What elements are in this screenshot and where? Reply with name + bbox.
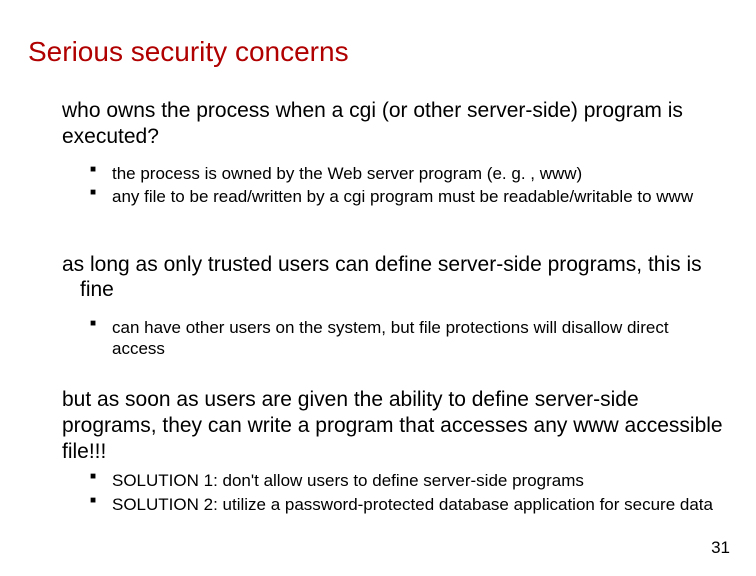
paragraph-2: as long as only trusted users can define… [62, 252, 724, 303]
paragraph-3: but as soon as users are given the abili… [62, 387, 724, 464]
list-item: SOLUTION 1: don't allow users to define … [90, 470, 720, 491]
slide-title: Serious security concerns [28, 36, 734, 68]
list-item: can have other users on the system, but … [90, 317, 720, 360]
bullet-list-2: can have other users on the system, but … [90, 317, 734, 360]
bullet-list-1: the process is owned by the Web server p… [90, 163, 734, 208]
page-number: 31 [711, 538, 730, 558]
list-item: SOLUTION 2: utilize a password-protected… [90, 494, 720, 515]
list-item: the process is owned by the Web server p… [90, 163, 720, 184]
paragraph-1: who owns the process when a cgi (or othe… [62, 98, 724, 149]
bullet-list-3: SOLUTION 1: don't allow users to define … [90, 470, 734, 515]
slide: Serious security concerns who owns the p… [0, 0, 756, 576]
list-item: any file to be read/written by a cgi pro… [90, 186, 720, 207]
